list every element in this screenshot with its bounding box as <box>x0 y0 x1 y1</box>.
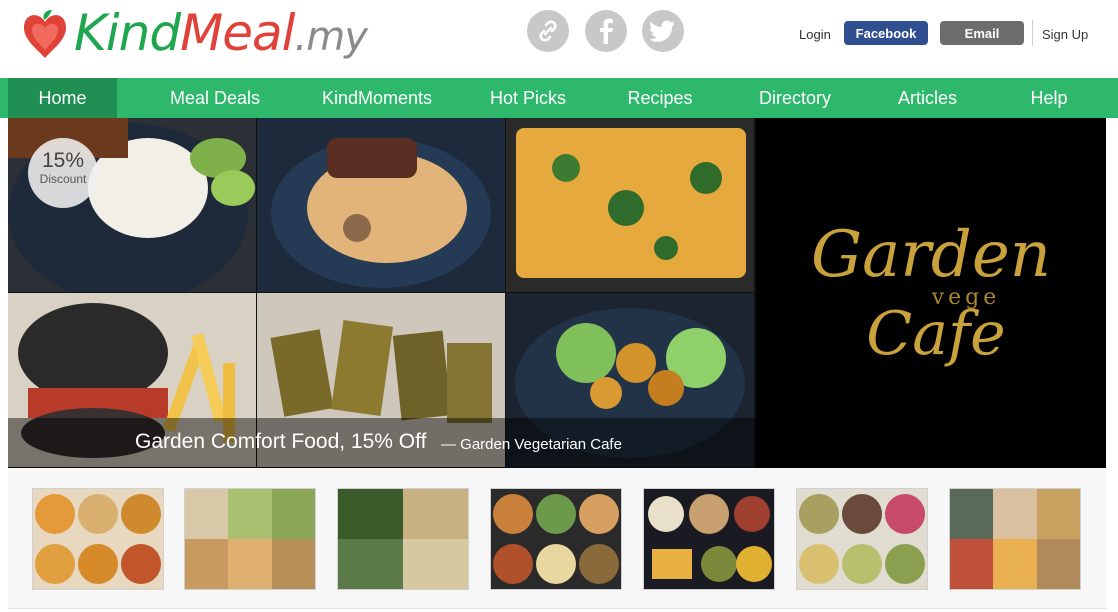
logo-wordmark: KindMeal.my <box>74 4 368 62</box>
nav-item-kindmoments[interactable]: KindMoments <box>312 78 442 118</box>
thumbnail-5[interactable] <box>643 488 775 590</box>
nav-item-meal-deals[interactable]: Meal Deals <box>155 78 275 118</box>
divider <box>1032 20 1033 46</box>
kindmeal-logo[interactable]: KindMeal.my <box>20 4 380 74</box>
thumbnail-3[interactable] <box>337 488 469 590</box>
food-photo-spaghetti <box>257 118 505 292</box>
brand-line-1: Garden <box>811 218 1051 292</box>
restaurant-logo-panel: Garden vege Cafe <box>756 118 1106 468</box>
hero-banner[interactable]: Garden vege Cafe 15% Discount Garden Com… <box>8 118 1106 468</box>
thumbnail-1[interactable] <box>32 488 164 590</box>
facebook-login-button[interactable]: Facebook <box>844 21 928 45</box>
food-photo-broccoli-bake <box>506 118 754 292</box>
nav-item-help[interactable]: Help <box>1015 78 1083 118</box>
discount-badge: 15% Discount <box>28 138 98 208</box>
link-icon[interactable] <box>527 10 569 52</box>
nav-item-hot-picks[interactable]: Hot Picks <box>478 78 578 118</box>
login-link[interactable]: Login <box>799 27 831 42</box>
thumbnail-4[interactable] <box>490 488 622 590</box>
deal-title[interactable]: Garden Comfort Food, 15% Off <box>135 430 426 454</box>
deal-thumbnails <box>8 468 1106 609</box>
twitter-icon[interactable] <box>642 10 684 52</box>
signup-link[interactable]: Sign Up <box>1042 27 1088 42</box>
heart-apple-icon <box>24 10 66 58</box>
thumbnail-2[interactable] <box>184 488 316 590</box>
thumbnail-7[interactable] <box>949 488 1081 590</box>
discount-value: 15% <box>41 149 85 172</box>
brand-line-3: Cafe <box>866 299 1005 369</box>
nav-item-home[interactable]: Home <box>8 78 117 118</box>
hero-caption[interactable]: Garden Comfort Food, 15% Off — Garden Ve… <box>8 418 756 468</box>
email-login-button[interactable]: Email <box>940 21 1024 45</box>
facebook-icon[interactable] <box>585 10 627 52</box>
header: KindMeal.my Login Facebook Email Sign Up <box>0 0 1118 78</box>
deal-restaurant[interactable]: — Garden Vegetarian Cafe <box>441 436 622 453</box>
discount-label: Discount <box>39 172 87 186</box>
nav-item-recipes[interactable]: Recipes <box>615 78 705 118</box>
nav-item-directory[interactable]: Directory <box>745 78 845 118</box>
main-nav: Home Meal Deals KindMoments Hot Picks Re… <box>0 78 1118 118</box>
thumbnail-6[interactable] <box>796 488 928 590</box>
nav-item-articles[interactable]: Articles <box>885 78 970 118</box>
